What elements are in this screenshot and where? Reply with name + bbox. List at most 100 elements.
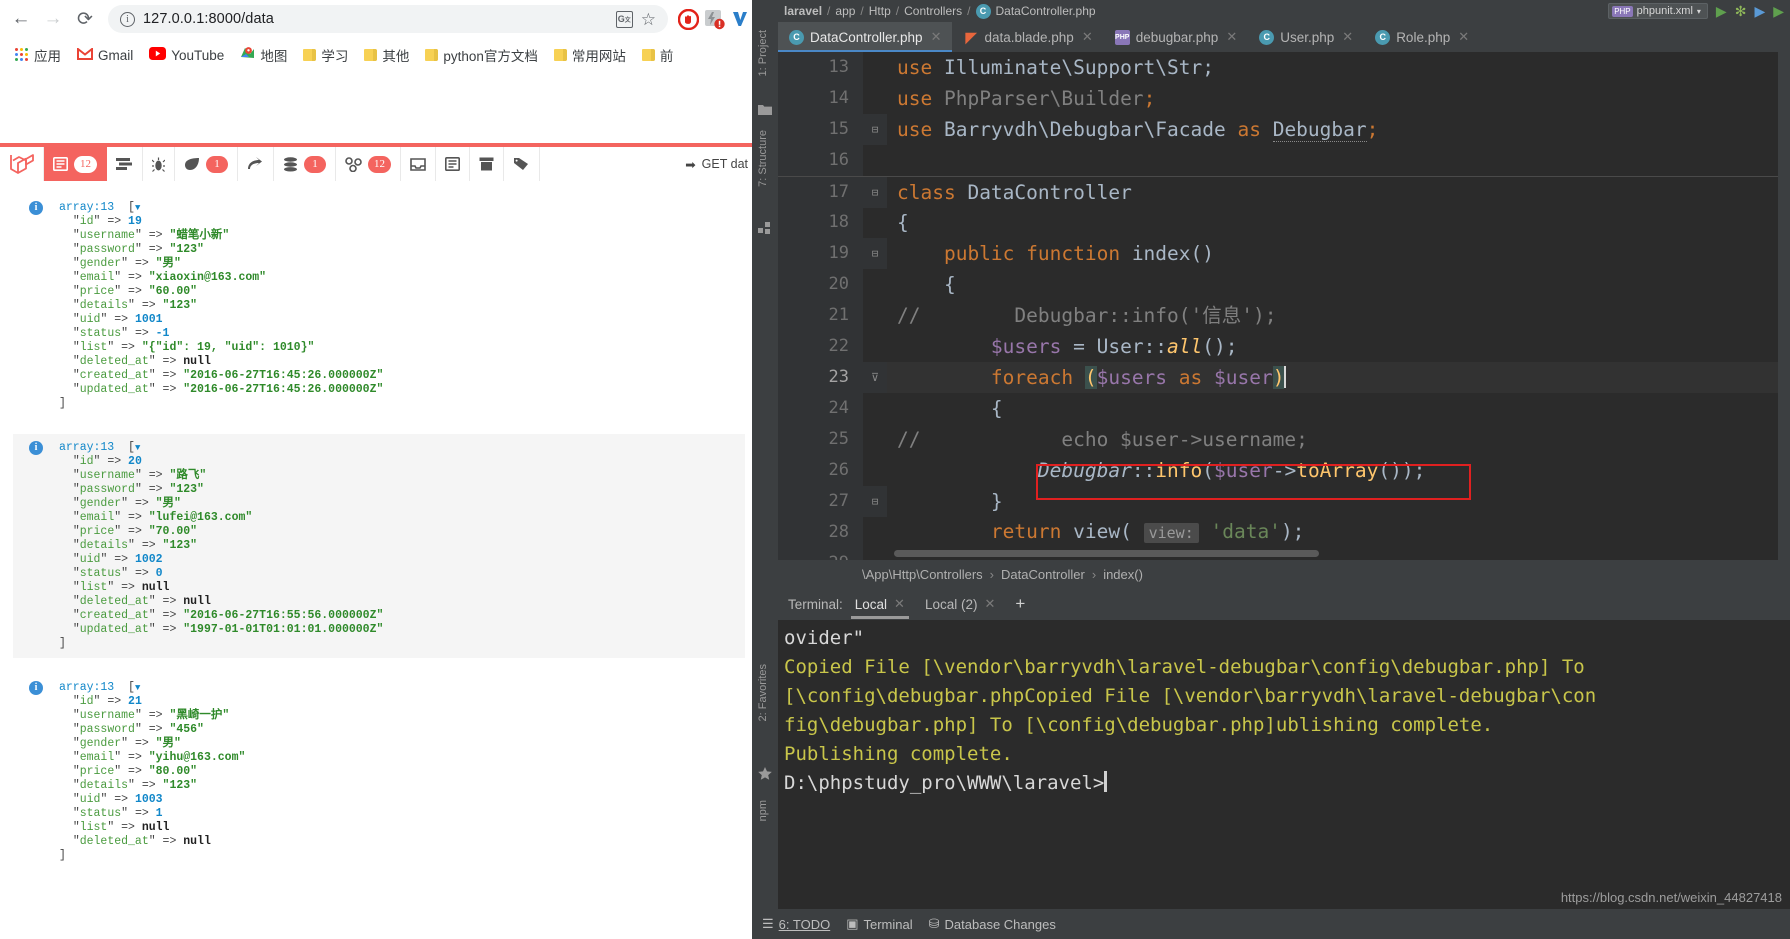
close-icon[interactable]: ✕ <box>984 596 995 612</box>
debugbar-tab-queries[interactable]: 1 <box>274 147 336 181</box>
debugbar-tab-mails[interactable] <box>401 147 436 181</box>
collapse-caret-icon[interactable]: ▼ <box>135 443 140 453</box>
profile-run-icon[interactable]: ▶ <box>1773 4 1784 18</box>
tab-datacontroller-php[interactable]: C DataController.php ✕ <box>778 22 953 52</box>
line-number: 27 <box>778 486 863 517</box>
status-database-changes[interactable]: ⛁ Database Changes <box>929 916 1056 932</box>
bookmark-star-icon[interactable]: ☆ <box>641 11 656 28</box>
close-icon[interactable]: ✕ <box>931 29 942 45</box>
fold-gutter[interactable]: ⊟ <box>863 176 887 208</box>
debugbar-request-info[interactable]: ➡ GET dat <box>675 147 758 181</box>
debugbar-tab-messages[interactable]: 12 <box>44 147 107 181</box>
tab-debugbar-php[interactable]: PHP debugbar.php ✕ <box>1104 22 1249 52</box>
dump-row: "status" => -1 <box>72 327 170 340</box>
views-badge: 1 <box>206 155 228 173</box>
bookmark-item-maps[interactable]: 地图 <box>233 42 294 68</box>
terminal-tab-local[interactable]: Local ✕ <box>847 593 913 619</box>
debugbar-tab-timeline[interactable] <box>107 147 143 181</box>
bookmark-item-youtube[interactable]: YouTube <box>142 44 231 66</box>
editor-horizontal-scrollbar[interactable] <box>894 550 1319 557</box>
url-text: 127.0.0.1:8000/data <box>143 11 274 27</box>
code-editor[interactable]: 13 use Illuminate\Support\Str; 14 use Ph… <box>778 52 1790 560</box>
fold-gutter[interactable]: ⊟ <box>863 238 887 269</box>
site-info-icon[interactable]: i <box>120 11 135 27</box>
bookmark-item-apps[interactable]: 应用 <box>8 42 68 68</box>
bookmark-folder-python-docs[interactable]: python官方文档 <box>418 42 545 68</box>
fold-gutter[interactable]: ⊽ <box>863 362 887 393</box>
dump-row: "updated_at" => "1997-01-01T01:01:01.000… <box>72 623 384 636</box>
folder-icon[interactable] <box>758 104 772 118</box>
rail-npm-tab[interactable]: npm <box>757 800 769 821</box>
bookmark-folder-common-sites[interactable]: 常用网站 <box>547 42 633 68</box>
debugbar-tab-request[interactable] <box>436 147 470 181</box>
code-text: public function index() <box>897 242 1214 265</box>
run-icon[interactable]: ▶ <box>1716 4 1727 18</box>
dump-row: "created_at" => "2016-06-27T16:45:26.000… <box>72 369 384 382</box>
forward-icon[interactable]: → <box>38 4 68 34</box>
rail-project-tab[interactable]: 1: Project <box>757 30 769 76</box>
debugbar-tab-views[interactable]: 1 <box>175 147 238 181</box>
add-terminal-button[interactable]: + <box>1007 591 1033 617</box>
collapse-caret-icon[interactable]: ▼ <box>135 203 140 213</box>
terminal-tab-local-2[interactable]: Local (2) ✕ <box>917 593 1003 615</box>
star-icon[interactable] <box>758 767 772 781</box>
status-todo[interactable]: ☰ 6: TODO <box>762 916 830 932</box>
bookmark-item-gmail[interactable]: Gmail <box>70 45 140 66</box>
breadcrumb-controllers[interactable]: Controllers <box>904 4 962 18</box>
debugbar-tab-models[interactable]: 12 <box>336 147 401 181</box>
close-icon[interactable]: ✕ <box>1342 29 1353 45</box>
line-number: 23 <box>778 362 863 393</box>
php-file-icon: PHP <box>1114 29 1130 45</box>
code-text: use PhpParser\Builder; <box>897 87 1156 110</box>
breadcrumb-namespace[interactable]: \App\Http\Controllers <box>862 567 983 582</box>
dump-block-header: i array:13 [▼ <box>13 201 745 215</box>
rail-structure-tab[interactable]: 7: Structure <box>757 130 769 187</box>
structure-icon[interactable] <box>758 222 772 236</box>
fold-gutter[interactable]: ⊟ <box>863 486 887 517</box>
close-icon[interactable]: ✕ <box>1458 29 1469 45</box>
close-icon[interactable]: ✕ <box>1082 29 1093 45</box>
adblock-extension-icon[interactable] <box>676 7 700 31</box>
debug-bug-icon[interactable]: ✻ <box>1735 4 1747 18</box>
back-icon[interactable]: ← <box>6 4 36 34</box>
breadcrumb-class[interactable]: DataController <box>1001 567 1085 582</box>
bookmark-folder-study[interactable]: 学习 <box>296 42 355 68</box>
collapse-caret-icon[interactable]: ▼ <box>135 683 140 693</box>
coverage-run-icon[interactable]: ▶ <box>1754 4 1765 18</box>
dump-row: "username" => "黑崎一护" <box>72 709 230 722</box>
tab-role-php[interactable]: C Role.php ✕ <box>1364 22 1480 52</box>
translate-icon[interactable]: G文 <box>615 10 633 28</box>
terminal-output[interactable]: ovider" Copied File [\vendor\barryvdh\lar… <box>778 620 1790 909</box>
tab-data-blade-php[interactable]: ◤ data.blade.php ✕ <box>952 22 1103 52</box>
breadcrumb-file[interactable]: DataController.php <box>996 4 1096 18</box>
laravel-logo-icon[interactable] <box>0 147 44 181</box>
run-configuration-selector[interactable]: PHP phpunit.xml ▾ <box>1608 3 1708 19</box>
address-bar[interactable]: i 127.0.0.1:8000/data G文 ☆ <box>108 5 668 33</box>
vimium-extension-icon[interactable] <box>728 7 752 31</box>
browser-toolbar: ← → ⟳ i 127.0.0.1:8000/data G文 ☆ <box>0 0 758 38</box>
reload-icon[interactable]: ⟳ <box>70 4 100 34</box>
tab-label: Role.php <box>1396 29 1451 45</box>
breadcrumb-project[interactable]: laravel <box>784 4 822 18</box>
status-terminal[interactable]: ▣ Terminal <box>846 916 912 932</box>
close-icon[interactable]: ✕ <box>894 596 905 612</box>
breadcrumb-method[interactable]: index() <box>1103 567 1143 582</box>
mail-inbox-icon <box>410 157 426 171</box>
extension-warning-icon[interactable] <box>702 7 726 31</box>
fold-gutter[interactable]: ⊟ <box>863 114 887 145</box>
timeline-icon <box>116 157 133 171</box>
breadcrumb-app[interactable]: app <box>835 4 855 18</box>
breadcrumb-http[interactable]: Http <box>869 4 891 18</box>
tab-user-php[interactable]: C User.php ✕ <box>1248 22 1364 52</box>
dump-row: "price" => "80.00" <box>72 765 198 778</box>
debugbar-tab-tags[interactable] <box>504 147 540 181</box>
rail-favorites-tab[interactable]: 2: Favorites <box>757 664 769 721</box>
breadcrumb-separator: › <box>1091 566 1097 582</box>
debugbar-tab-session[interactable] <box>470 147 504 181</box>
close-icon[interactable]: ✕ <box>1226 29 1237 45</box>
debugbar-tab-route[interactable] <box>238 147 274 181</box>
bookmark-label: Gmail <box>98 47 134 63</box>
bookmark-folder-front[interactable]: 前 <box>635 42 681 68</box>
debugbar-tab-exceptions[interactable] <box>143 147 175 181</box>
bookmark-folder-other[interactable]: 其他 <box>357 42 416 68</box>
